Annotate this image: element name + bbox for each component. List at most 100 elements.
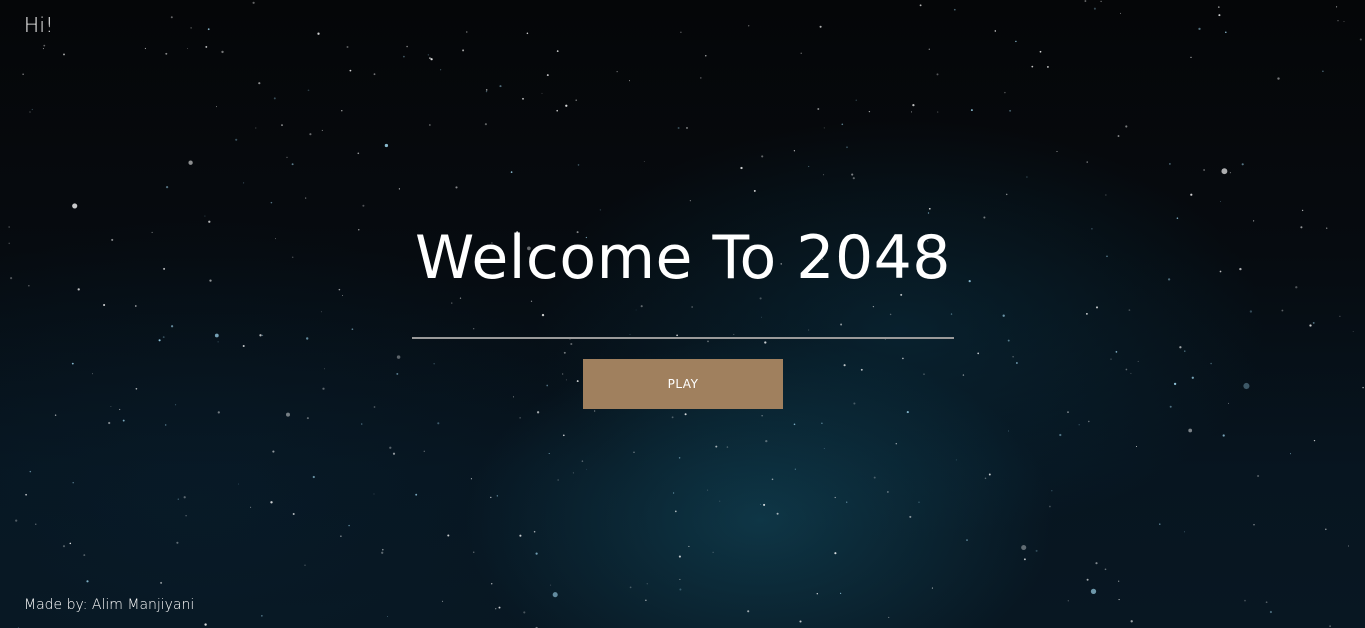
star-dot [183, 496, 186, 499]
author-credit: Made by: Alim Manjiyani [24, 597, 195, 613]
star-dot [322, 387, 325, 390]
star-dot [305, 197, 307, 199]
star-dot [1105, 194, 1107, 196]
star-dot [678, 457, 681, 459]
star-dot [304, 564, 306, 566]
star-dot [977, 352, 980, 355]
star-dot [519, 534, 522, 537]
hero-section: Welcome To 2048 PLAY [412, 218, 954, 409]
star-dot [800, 52, 802, 54]
star-dot [530, 300, 533, 302]
star-dot [77, 288, 80, 291]
star-dot [936, 73, 939, 76]
star-dot [1004, 91, 1006, 94]
star-dot [306, 417, 309, 420]
star-dot [1100, 0, 1102, 3]
star-dot [1106, 255, 1108, 258]
star-dot [1002, 314, 1005, 317]
star-dot [953, 8, 956, 11]
star-dot [312, 475, 315, 479]
star-dot [451, 302, 453, 304]
star-dot [846, 146, 848, 149]
star-dot [760, 503, 762, 505]
star-dot [381, 551, 384, 554]
star-dot [860, 368, 863, 371]
star-dot [968, 279, 971, 283]
star-dot [1007, 339, 1010, 342]
star-dot [1023, 558, 1026, 561]
star-dot [1300, 226, 1303, 229]
star-dot [761, 316, 763, 318]
star-dot [1265, 601, 1268, 604]
star-dot [572, 472, 574, 474]
star-dot [338, 288, 341, 291]
star-dot [645, 599, 647, 601]
star-dot [753, 189, 756, 192]
star-dot [43, 44, 46, 47]
star-dot [270, 201, 273, 204]
star-dot [1219, 270, 1222, 273]
star-dot [902, 357, 904, 360]
star-dot [1125, 125, 1128, 128]
star-dot [937, 111, 939, 113]
star-dot [8, 226, 10, 228]
star-dot [1179, 346, 1182, 349]
star-dot [906, 411, 909, 414]
star-dot [843, 364, 846, 367]
star-dot [103, 303, 106, 307]
star-dot [1218, 14, 1221, 17]
star-dot [808, 165, 810, 168]
star-dot [834, 552, 837, 555]
star-dot [1015, 40, 1017, 43]
star-dot [691, 306, 693, 308]
star-dot [689, 200, 691, 202]
star-dot [221, 50, 224, 54]
star-dot [983, 216, 986, 219]
star-dot [747, 610, 750, 613]
star-dot [699, 77, 702, 79]
star-dot [473, 328, 475, 330]
star-dot [392, 452, 396, 455]
star-dot [541, 92, 543, 94]
star-dot [447, 534, 450, 537]
title-divider [412, 337, 954, 339]
star-dot [673, 492, 675, 494]
star-dot [429, 57, 431, 59]
star-dot [519, 417, 521, 419]
star-dot [498, 606, 501, 609]
star-dot [512, 396, 515, 398]
star-dot [341, 110, 343, 112]
star-dot [348, 524, 350, 527]
star-dot [205, 45, 208, 48]
star-dot [726, 446, 729, 448]
star-dot [398, 188, 400, 190]
star-dot [707, 340, 709, 343]
page-title: Welcome To 2048 [415, 223, 951, 293]
star-dot [163, 267, 166, 270]
star-dot [396, 372, 399, 375]
star-dot [188, 160, 193, 165]
star-dot [69, 542, 72, 545]
star-dot [931, 587, 933, 589]
play-button[interactable]: PLAY [583, 359, 783, 409]
star-dot [1219, 201, 1221, 203]
star-dot [643, 161, 645, 162]
star-dot [629, 334, 631, 335]
star-dot [676, 334, 678, 337]
star-dot [170, 325, 174, 328]
star-dot [1309, 324, 1312, 327]
star-dot [396, 355, 401, 359]
star-dot [165, 52, 168, 55]
star-dot [35, 523, 37, 525]
star-dot [1221, 168, 1228, 175]
star-dot [633, 451, 635, 453]
star-dot [794, 468, 796, 470]
star-dot [170, 16, 173, 19]
star-dot [1312, 321, 1315, 324]
star-dot [1243, 382, 1250, 390]
star-dot [485, 90, 488, 93]
star-dot [679, 578, 681, 580]
star-dot [715, 445, 718, 448]
star-dot [569, 338, 571, 340]
star-dot [688, 545, 690, 547]
